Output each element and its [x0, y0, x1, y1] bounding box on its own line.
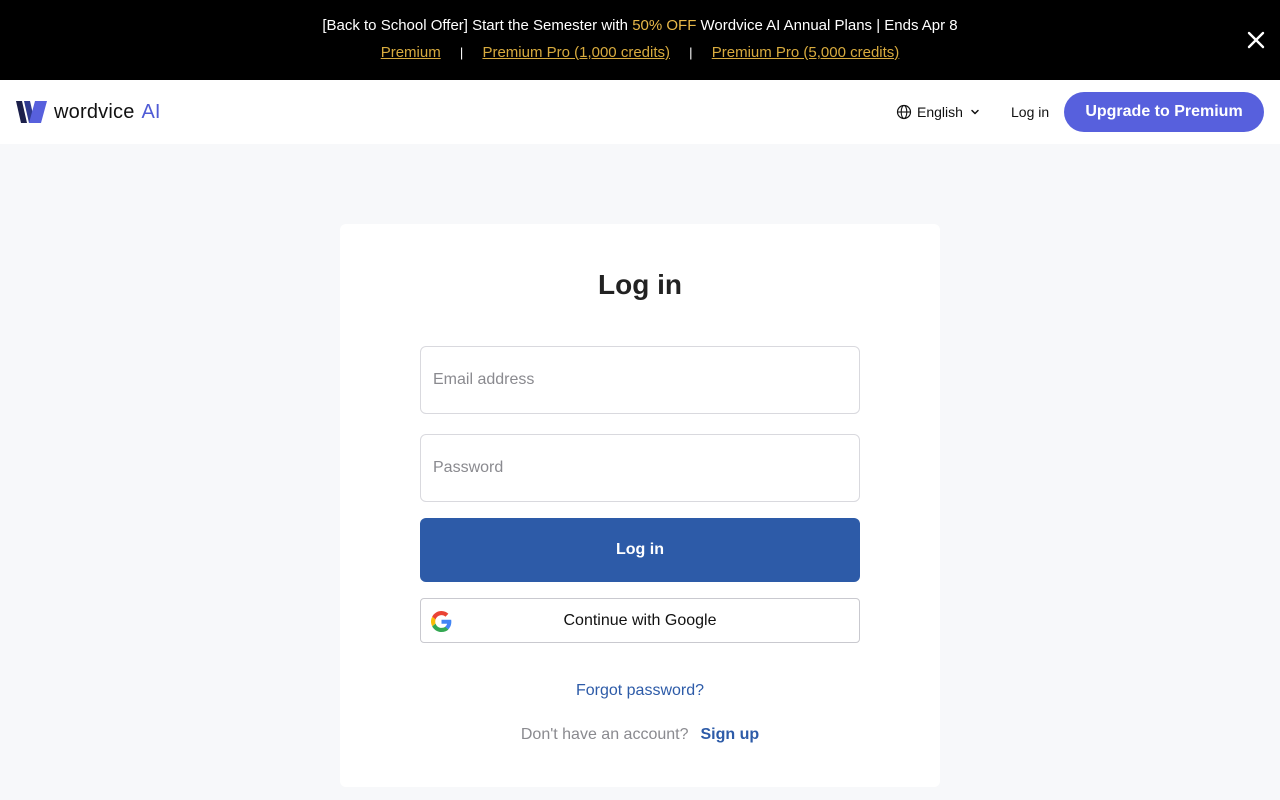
promo-link-premium-pro-5000[interactable]: Premium Pro (5,000 credits)	[712, 44, 900, 61]
promo-text: [Back to School Offer] Start the Semeste…	[0, 17, 1280, 35]
email-field[interactable]	[420, 346, 860, 414]
language-selector[interactable]: English	[896, 103, 980, 121]
promo-link-premium[interactable]: Premium	[381, 44, 441, 61]
promo-banner: [Back to School Offer] Start the Semeste…	[0, 0, 1280, 80]
google-button-label: Continue with Google	[563, 612, 717, 629]
password-field[interactable]	[420, 434, 860, 502]
no-account-text: Don't have an account?	[520, 726, 689, 743]
signup-prompt: Don't have an account? Sign up	[340, 726, 940, 744]
chevron-down-icon	[971, 109, 979, 115]
promo-separator: |	[459, 45, 464, 60]
brand-suffix: AI	[141, 100, 161, 123]
promo-highlight: 50% OFF	[632, 17, 697, 34]
promo-links: Premium | Premium Pro (1,000 credits) | …	[0, 44, 1280, 62]
page-title: Log in	[598, 269, 682, 300]
promo-separator: |	[689, 45, 693, 60]
globe-icon	[896, 104, 912, 120]
close-icon[interactable]	[1244, 28, 1268, 52]
continue-with-google-button[interactable]: Continue with Google	[420, 598, 860, 643]
wordvice-logo[interactable]: wordvice AI	[16, 100, 160, 124]
language-label: English	[917, 104, 963, 120]
site-header: wordvice AI English Log in Upgrade to Pr…	[0, 80, 1280, 144]
sign-up-link[interactable]: Sign up	[700, 726, 759, 743]
brand-name: wordvice	[54, 100, 135, 123]
promo-prefix: [Back to School Offer] Start the Semeste…	[322, 17, 633, 34]
forgot-password-link[interactable]: Forgot password?	[340, 682, 940, 700]
upgrade-to-premium-button[interactable]: Upgrade to Premium	[1064, 92, 1264, 132]
promo-link-premium-pro-1000[interactable]: Premium Pro (1,000 credits)	[482, 44, 670, 61]
promo-suffix: Wordvice AI Annual Plans | Ends Apr 8	[696, 17, 958, 34]
login-button[interactable]: Log in	[420, 518, 860, 582]
wordvice-logo-icon	[16, 101, 47, 123]
login-card: Log in Log in Continue with Google Forgo…	[340, 224, 940, 787]
header-login-link[interactable]: Log in	[1011, 103, 1049, 121]
